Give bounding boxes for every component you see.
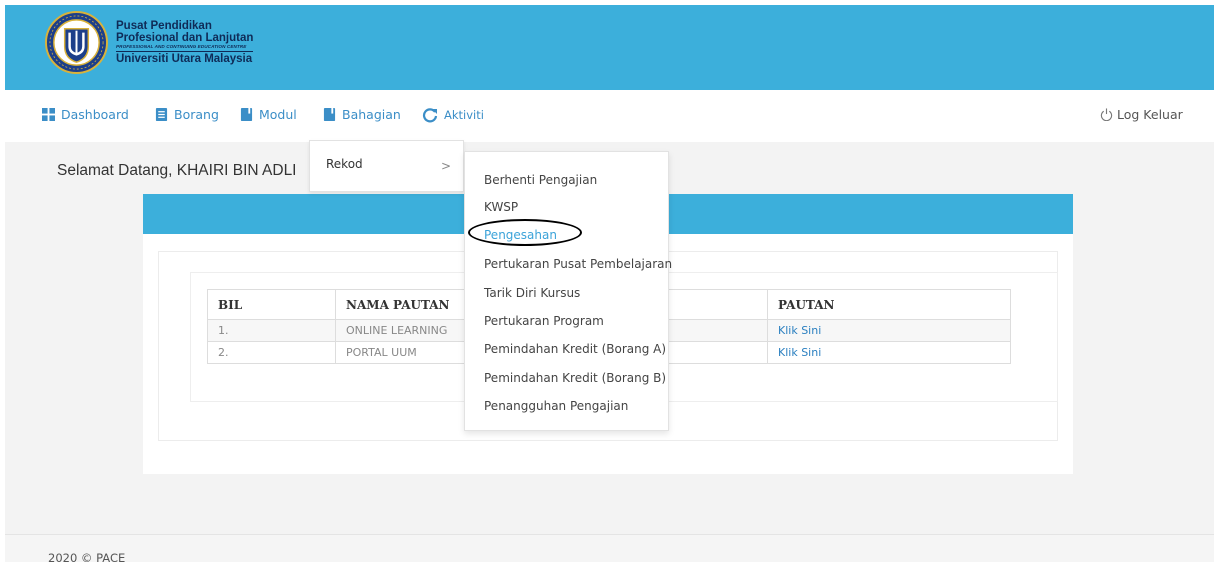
submenu-item-kwsp[interactable]: KWSP (484, 200, 518, 214)
submenu-item-pertukaran-pusat-pembelajaran[interactable]: Pertukaran Pusat Pembelajaran (484, 257, 672, 271)
app-window: Pusat Pendidikan Profesional dan Lanjuta… (0, 0, 1214, 562)
col-bil: BIL (207, 289, 336, 320)
power-icon (1100, 108, 1113, 121)
submenu-item-penangguhan-pengajian[interactable]: Penangguhan Pengajian (484, 399, 628, 413)
footer: 2020 © PACE (5, 534, 1214, 562)
logo-line-2: Profesional dan Lanjutan (116, 32, 254, 45)
nav-item-dashboard[interactable]: Dashboard (42, 107, 129, 122)
logo-line-1: Pusat Pendidikan (116, 20, 212, 32)
nav-label-borang: Borang (174, 107, 219, 122)
document-icon (155, 108, 168, 121)
header-banner: Pusat Pendidikan Profesional dan Lanjuta… (5, 5, 1214, 90)
nav-item-borang[interactable]: Borang (155, 107, 219, 122)
submenu-item-tarik-diri-kursus[interactable]: Tarik Diri Kursus (484, 286, 580, 300)
book-icon (240, 108, 253, 121)
uum-seal-icon (45, 11, 108, 74)
logout-button[interactable]: Log Keluar (1100, 107, 1183, 122)
book-icon (323, 108, 336, 121)
submenu-item-pemindahan-kredit-a[interactable]: Pemindahan Kredit (Borang A) (484, 342, 666, 356)
submenu-item-pertukaran-program[interactable]: Pertukaran Program (484, 314, 604, 328)
nav-item-modul[interactable]: Modul (240, 107, 297, 122)
logo-line-4: Universiti Utara Malaysia (116, 52, 253, 65)
refresh-icon (422, 108, 438, 123)
submenu-item-pemindahan-kredit-b[interactable]: Pemindahan Kredit (Borang B) (484, 371, 666, 385)
nav-label-modul: Modul (259, 107, 297, 122)
logo[interactable]: Pusat Pendidikan Profesional dan Lanjuta… (45, 11, 254, 74)
nav-label-aktiviti: Aktiviti (444, 108, 484, 122)
klik-sini-link[interactable]: Klik Sini (767, 319, 1011, 342)
cell-bil: 2. (207, 341, 336, 364)
nav-label-dashboard: Dashboard (61, 107, 129, 122)
menu-item-rekod[interactable]: Rekod (326, 157, 363, 171)
rekod-submenu: Berhenti Pengajian KWSP Pengesahan Pertu… (464, 151, 672, 431)
submenu-item-pengesahan[interactable]: Pengesahan (484, 228, 557, 242)
logo-line-3: PROFESSIONAL AND CONTINUING EDUCATION CE… (116, 44, 254, 52)
nav-item-bahagian[interactable]: Bahagian (323, 107, 401, 122)
nav-label-bahagian: Bahagian (342, 107, 401, 122)
chevron-right-icon: > (441, 159, 452, 173)
welcome-message: Selamat Datang, KHAIRI BIN ADLI (57, 162, 297, 179)
submenu-item-berhenti-pengajian[interactable]: Berhenti Pengajian (484, 173, 597, 187)
col-pautan: PAUTAN (767, 289, 1011, 320)
nav-item-aktiviti[interactable]: Aktiviti (422, 107, 484, 123)
klik-sini-link[interactable]: Klik Sini (767, 341, 1011, 364)
dashboard-grid-icon (42, 108, 55, 121)
top-nav: Dashboard Borang Modul Bahagian Aktiviti… (5, 90, 1214, 142)
cell-bil: 1. (207, 319, 336, 342)
footer-copyright: 2020 © PACE (48, 551, 126, 562)
logout-label: Log Keluar (1117, 107, 1183, 122)
logo-text: Pusat Pendidikan Profesional dan Lanjuta… (116, 20, 254, 65)
bahagian-dropdown: Rekod > (309, 140, 464, 192)
